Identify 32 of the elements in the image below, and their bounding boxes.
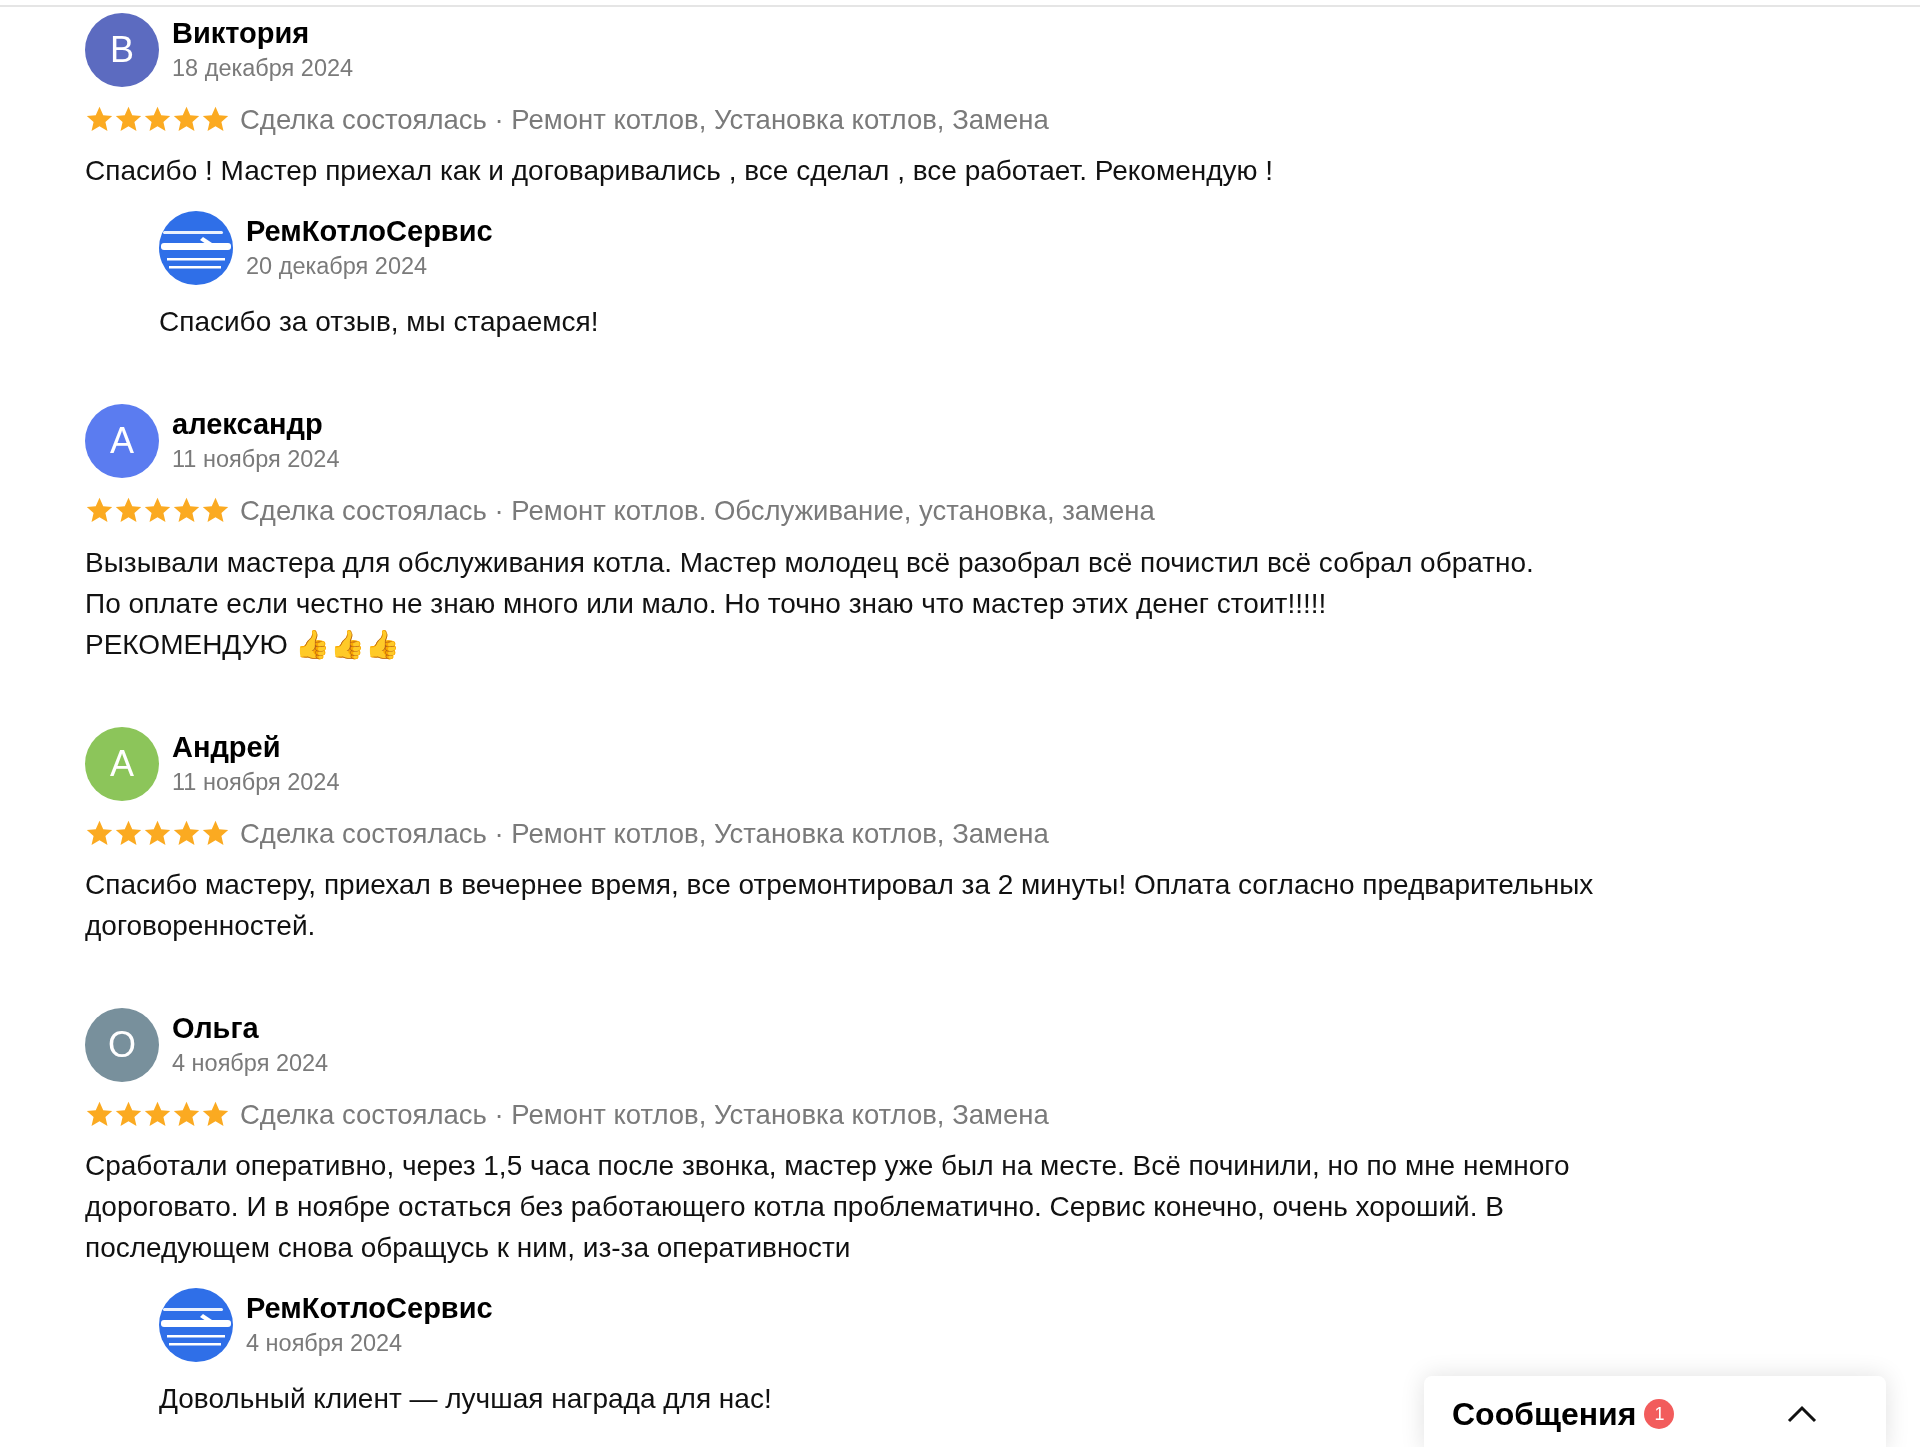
avatar: О: [85, 1007, 159, 1082]
author-name: РемКотлоСервис: [246, 1291, 493, 1326]
author-name: Андрей: [172, 729, 282, 765]
avatar: В: [85, 13, 159, 87]
review-text: Спасибо мастеру, приехал в вечернее время, все отремонтировал за 2 минуты! Оплата согласно предварительных договоренностей.: [85, 867, 1595, 943]
review-tags: Сделка состоялась · Ремонт котлов, Установка котлов, Замена: [240, 99, 1049, 141]
avatar: А: [85, 404, 159, 479]
author-name: Ольга: [172, 1010, 260, 1046]
review-tags: Сделка состоялась · Ремонт котлов. Обслуживание, установка, замена: [240, 490, 1155, 532]
review-date: 18 декабря 2024: [172, 54, 354, 83]
unread-badge: 1: [1644, 1399, 1675, 1429]
reply-text: Довольный клиент — лучшая награда для нас!: [159, 1382, 772, 1416]
review-date: 4 ноября 2024: [246, 1329, 404, 1358]
review-date: 4 ноября 2024: [172, 1048, 329, 1078]
messages-panel[interactable]: Сообщения 1: [1424, 1376, 1886, 1447]
review-text: Сработали оперативно, через 1,5 часа после звонка, мастер уже был на месте. Всё починили, но по мне немного дороговато. И в ноябре остаться без работающего котла проблематично. Сервис конечно, очень хороший. В последующем снова обращусь к ним, из-за оперативности: [85, 1149, 1571, 1265]
review-date: 11 ноября 2024: [172, 445, 340, 475]
review-text: Спасибо ! Мастер приехал как и договаривались , все сделал , все работает. Рекомендую !: [85, 154, 1275, 189]
messages-title: Сообщения: [1452, 1395, 1637, 1434]
author-name: РемКотлоСервис: [246, 214, 493, 250]
reply-text: Спасибо за отзыв, мы стараемся!: [159, 305, 599, 340]
avatar: А: [85, 726, 159, 801]
company-logo-icon: [159, 1288, 233, 1362]
author-name: александр: [172, 407, 324, 443]
author-name: Виктория: [172, 16, 311, 51]
review-tags: Сделка состоялась · Ремонт котлов, Установка котлов, Замена: [240, 812, 1049, 854]
review-date: 20 декабря 2024: [246, 252, 429, 282]
review-date: 11 ноября 2024: [172, 767, 340, 797]
review-tags: Сделка состоялась · Ремонт котлов, Установка котлов, Замена: [240, 1093, 1049, 1135]
review-text: Вызывали мастера для обслуживания котла. Мастер молодец всё разобрал всё почистил всё собрал обратно. По оплате если честно не знаю много или мало. Но точно знаю что мастер этих денег стоит!!!!! РЕКОМЕНДУЮ 👍👍👍: [85, 545, 1535, 662]
chevron-up-icon[interactable]: [1786, 1404, 1818, 1424]
company-logo-icon: [159, 211, 233, 286]
